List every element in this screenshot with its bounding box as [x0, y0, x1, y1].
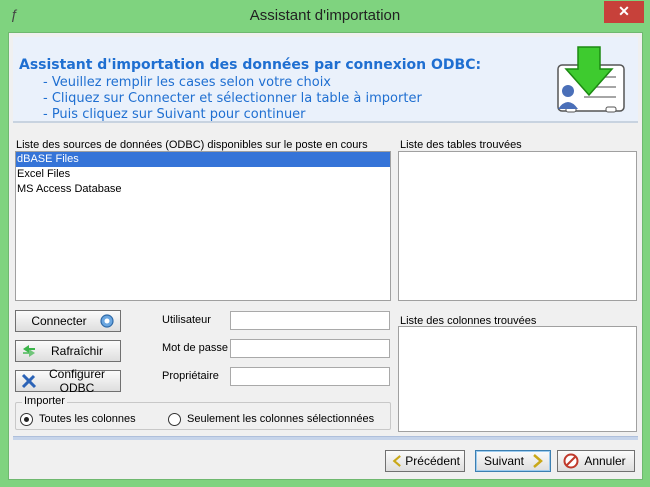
- owner-label: Propriétaire: [162, 370, 219, 382]
- close-button[interactable]: ✕: [604, 1, 644, 23]
- radio-selected-columns[interactable]: [168, 413, 181, 426]
- import-download-icon: [557, 46, 625, 113]
- cancel-icon: [563, 453, 579, 469]
- password-label: Mot de passe: [162, 342, 229, 354]
- radio-selected-columns-label: Seulement les colonnes sélectionnées: [187, 413, 375, 425]
- radio-all-columns[interactable]: [20, 413, 33, 426]
- radio-all-columns-label: Toutes les colonnes: [39, 413, 136, 425]
- connect-button[interactable]: Connecter: [15, 310, 121, 332]
- dialog-client-area: Assistant d'importation des données par …: [8, 32, 643, 480]
- header-instruction-1: - Veuillez remplir les cases selon votre…: [43, 75, 331, 90]
- owner-input[interactable]: [230, 367, 390, 386]
- chevron-left-icon: [392, 455, 401, 467]
- header-panel: Assistant d'importation des données par …: [13, 37, 638, 123]
- tables-list-label: Liste des tables trouvées: [400, 139, 522, 151]
- columns-listbox[interactable]: [398, 326, 637, 432]
- next-button[interactable]: Suivant: [475, 450, 551, 472]
- configure-odbc-button[interactable]: Configurer ODBC: [15, 367, 121, 395]
- gear-icon: [100, 314, 114, 328]
- footer-separator: [13, 436, 638, 440]
- previous-button[interactable]: Précédent: [385, 450, 465, 472]
- tables-listbox[interactable]: [398, 151, 637, 301]
- header-instruction-3: - Puis cliquez sur Suivant pour continue…: [43, 107, 306, 122]
- refresh-icon: [23, 345, 35, 357]
- header-instruction-2: - Cliquez sur Connecter et sélectionner …: [43, 91, 422, 106]
- header-title: Assistant d'importation des données par …: [19, 57, 482, 73]
- cancel-button[interactable]: Annuler: [557, 450, 635, 472]
- list-item-access[interactable]: MS Access Database: [16, 182, 390, 197]
- import-groupbox: Importer Toutes les colonnes Seulement l…: [15, 395, 391, 430]
- sources-listbox[interactable]: dBASE Files Excel Files MS Access Databa…: [15, 151, 391, 301]
- sources-list-label: Liste des sources de données (ODBC) disp…: [16, 139, 368, 151]
- window-title: Assistant d'importation: [249, 7, 401, 24]
- close-icon: ✕: [618, 3, 630, 19]
- tools-icon: [21, 373, 37, 389]
- title-bar[interactable]: ƒ Assistant d'importation ✕: [0, 0, 650, 32]
- list-item-excel[interactable]: Excel Files: [16, 167, 390, 182]
- password-input[interactable]: [230, 339, 390, 358]
- user-label: Utilisateur: [162, 314, 211, 326]
- import-group-legend: Importer: [22, 395, 67, 407]
- list-item-dbase[interactable]: dBASE Files: [16, 152, 390, 167]
- user-input[interactable]: [230, 311, 390, 330]
- chevron-right-icon: [533, 454, 543, 468]
- refresh-button[interactable]: Rafraîchir: [15, 340, 121, 362]
- import-wizard-window: ƒ Assistant d'importation ✕ Assistant d'…: [0, 0, 650, 487]
